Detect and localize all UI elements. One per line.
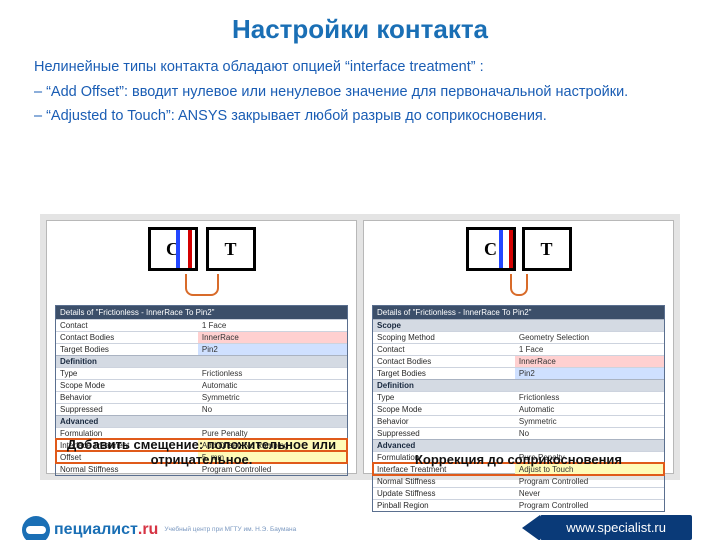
row-v: Geometry Selection <box>515 332 664 343</box>
row-v: No <box>198 404 347 415</box>
logo: пециалист.ru Учебный центр при МГТУ им. … <box>22 516 296 540</box>
section-scope: Scope <box>373 319 664 331</box>
bracket-icon <box>510 274 528 296</box>
left-caption: Добавить смещение: положительное или отр… <box>47 437 356 467</box>
right-pane: C T Details of "Frictionless - InnerRace… <box>363 220 674 474</box>
row-k: Normal Stiffness <box>373 476 515 487</box>
row-k: Suppressed <box>56 404 198 415</box>
row-k: Contact <box>56 320 198 331</box>
row-v: Frictionless <box>198 368 347 379</box>
row-v: Frictionless <box>515 392 664 403</box>
row-k: Scoping Method <box>373 332 515 343</box>
row-v: Pin2 <box>198 344 347 355</box>
gap-fill <box>200 230 204 268</box>
bracket-icon <box>185 274 219 296</box>
logo-ru: .ru <box>138 521 158 539</box>
logo-text: пециалист <box>54 521 138 539</box>
row-v: Program Controlled <box>515 476 664 487</box>
footer: пециалист.ru Учебный центр при МГТУ им. … <box>0 500 720 540</box>
diagram-blocks: C T <box>47 227 356 271</box>
row-v: InnerRace <box>515 356 664 367</box>
row-v: InnerRace <box>198 332 347 343</box>
row-v: Pin2 <box>515 368 664 379</box>
row-k: Target Bodies <box>373 368 515 379</box>
bullet-1: – “Add Offset”: вводит нулевое или ненул… <box>34 80 686 105</box>
gap-fill <box>517 230 521 268</box>
row-v: 1 Face <box>198 320 347 331</box>
row-v: Never <box>515 488 664 499</box>
slide-title: Настройки контакта <box>0 14 720 45</box>
row-v: 1 Face <box>515 344 664 355</box>
url-badge: www.specialist.ru <box>540 515 692 540</box>
panel-title: Details of "Frictionless - InnerRace To … <box>373 306 664 319</box>
logo-mark-icon <box>22 516 50 540</box>
intro: Нелинейные типы контакта обладают опцией… <box>34 55 686 80</box>
left-pane: C T Details of "Frictionless - InnerRace… <box>46 220 357 474</box>
row-v: Symmetric <box>515 416 664 427</box>
block-t: T <box>206 227 256 271</box>
row-k: Type <box>373 392 515 403</box>
row-k: Behavior <box>56 392 198 403</box>
row-k: Update Stiffness <box>373 488 515 499</box>
row-v: Automatic <box>515 404 664 415</box>
row-v: Symmetric <box>198 392 347 403</box>
illustration-area: C T Details of "Frictionless - InnerRace… <box>40 214 680 480</box>
edge-red <box>188 230 192 268</box>
details-panel-right: Details of "Frictionless - InnerRace To … <box>372 305 665 512</box>
row-k: Contact <box>373 344 515 355</box>
bullet-2: – “Adjusted to Touch”: ANSYS закрывает л… <box>34 104 686 129</box>
row-k: Type <box>56 368 198 379</box>
section-definition: Definition <box>56 355 347 367</box>
body-text: Нелинейные типы контакта обладают опцией… <box>0 55 720 129</box>
section-advanced: Advanced <box>373 439 664 451</box>
row-k: Scope Mode <box>56 380 198 391</box>
diagram-blocks: C T <box>364 227 673 271</box>
row-k: Scope Mode <box>373 404 515 415</box>
section-advanced: Advanced <box>56 415 347 427</box>
row-k: Contact Bodies <box>56 332 198 343</box>
row-k: Behavior <box>373 416 515 427</box>
panel-title: Details of "Frictionless - InnerRace To … <box>56 306 347 319</box>
right-caption: Коррекция до соприкосновения <box>364 452 673 467</box>
edge-blue <box>176 230 180 268</box>
row-k: Suppressed <box>373 428 515 439</box>
row-k: Contact Bodies <box>373 356 515 367</box>
row-v: No <box>515 428 664 439</box>
logo-subtitle: Учебный центр при МГТУ им. Н.Э. Баумана <box>164 526 296 533</box>
row-v: Automatic <box>198 380 347 391</box>
block-t: T <box>522 227 572 271</box>
edge-red <box>509 230 513 268</box>
section-definition: Definition <box>373 379 664 391</box>
edge-blue <box>499 230 503 268</box>
row-k: Target Bodies <box>56 344 198 355</box>
